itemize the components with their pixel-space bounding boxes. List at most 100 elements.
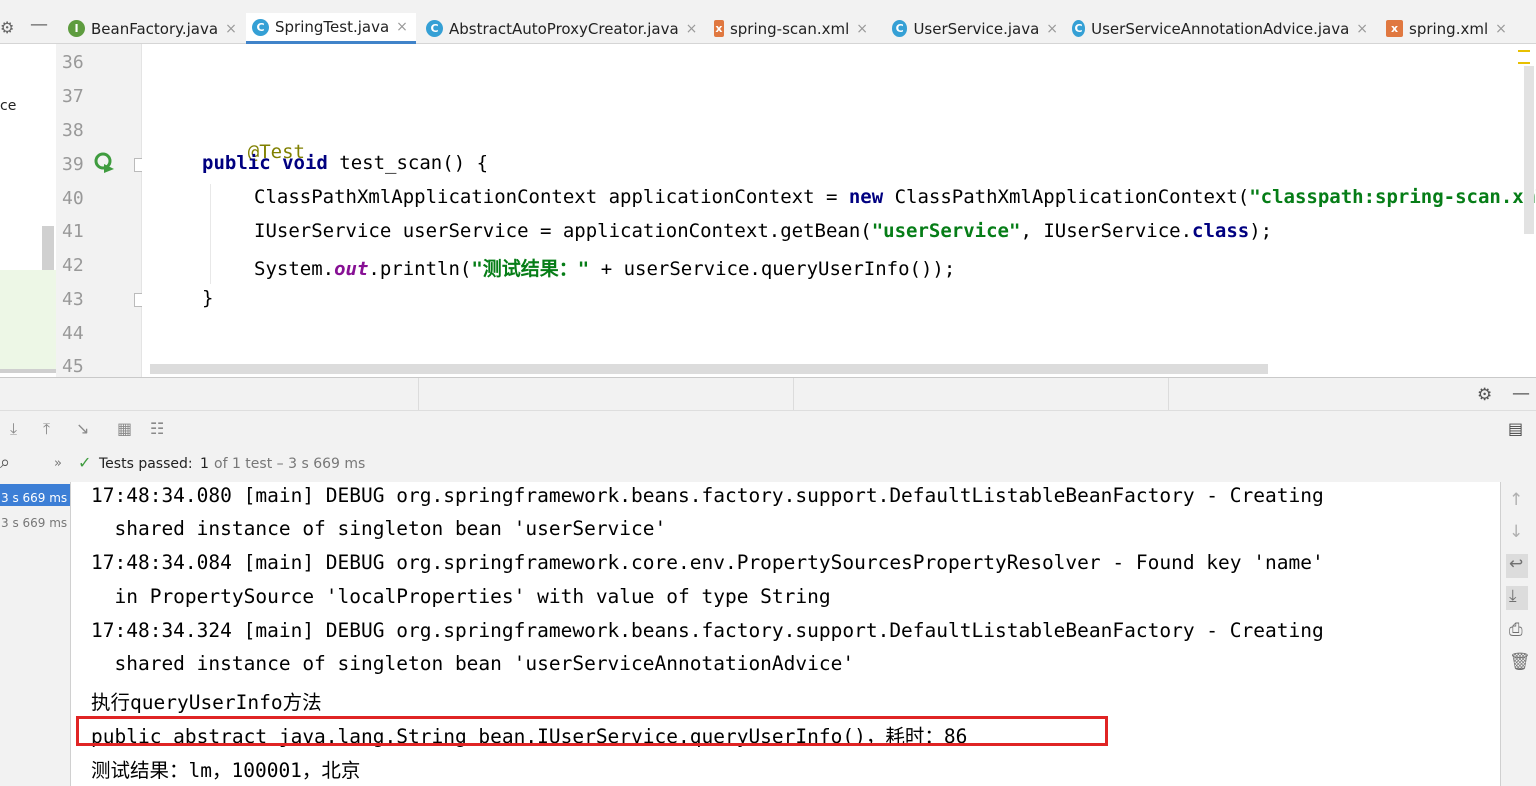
tests-passed-label: Tests passed:	[99, 456, 193, 472]
xml-file-icon: x	[1386, 20, 1403, 37]
tab-label: spring-scan.xml	[729, 19, 850, 38]
highlight-box	[76, 716, 1108, 746]
project-panel: ce	[0, 44, 56, 377]
horizontal-scrollbar[interactable]	[150, 364, 1268, 374]
test-duration: 3 s 669 ms	[1, 516, 68, 530]
code-token: System.	[254, 258, 335, 280]
tab-label: BeanFactory.java	[91, 19, 219, 38]
code-token: );	[1249, 220, 1273, 242]
tab-userserviceannotationadvice[interactable]: C UserServiceAnnotationAdvice.java ×	[1066, 13, 1368, 44]
xml-file-icon: x	[714, 20, 724, 37]
scroll-down-icon[interactable]: ↓	[1509, 522, 1523, 542]
tests-passed-detail: of 1 test – 3 s 669 ms	[214, 456, 366, 472]
console-line: shared instance of singleton bean 'userS…	[91, 517, 667, 540]
tool-tab-separator	[793, 378, 794, 411]
line-number: 43	[62, 289, 84, 310]
minimize-icon[interactable]: —	[30, 14, 48, 35]
keyword-token: new	[848, 186, 884, 208]
export-tests-icon[interactable]: ⤒	[43, 419, 50, 439]
run-test-icon[interactable]	[94, 152, 116, 174]
code-token: IUserService userService = applicationCo…	[254, 220, 872, 242]
test-runner-toolbar: ⤓ ⤒ ↘ ▦ ☷ ▤	[0, 410, 1536, 446]
close-icon[interactable]: ×	[1495, 21, 1507, 37]
code-token: ClassPathXmlApplicationContext applicati…	[254, 186, 849, 208]
code-editor[interactable]: @Test public void test_scan() { ClassPat…	[142, 44, 1536, 377]
class-file-icon: C	[1072, 20, 1086, 37]
hide-panel-icon[interactable]: —	[1512, 383, 1530, 404]
project-item-fragment[interactable]: ce	[0, 98, 16, 114]
print-icon[interactable]: ⎙	[1509, 620, 1523, 640]
tab-beanfactory[interactable]: I BeanFactory.java ×	[62, 13, 238, 44]
keyword-token: public	[202, 152, 271, 174]
console-line: 17:48:34.084 [main] DEBUG org.springfram…	[91, 551, 1324, 574]
class-file-icon: C	[426, 20, 443, 37]
close-icon[interactable]: ×	[225, 21, 237, 37]
trash-icon[interactable]: 🗑	[1509, 652, 1531, 672]
code-token: .println(	[368, 258, 472, 280]
code-token: test_scan() {	[327, 152, 489, 174]
settings-icon[interactable]: ⚙	[0, 18, 14, 37]
close-icon[interactable]: ×	[856, 21, 868, 37]
warning-marker[interactable]	[1518, 50, 1530, 64]
tab-label: AbstractAutoProxyCreator.java	[449, 19, 679, 38]
keyword-token: void	[282, 152, 328, 174]
tab-userservice[interactable]: C UserService.java ×	[886, 13, 1058, 44]
string-token: "userService"	[871, 220, 1021, 242]
interface-file-icon: I	[68, 20, 85, 37]
scroll-up-icon[interactable]: ↑	[1509, 490, 1523, 510]
tab-spring-scan-xml[interactable]: x spring-scan.xml ×	[708, 13, 868, 44]
console-side-toolbar: ↑ ↓ ↩ ⤓ ⎙ 🗑	[1500, 482, 1536, 786]
close-icon[interactable]: ×	[686, 21, 698, 37]
close-icon[interactable]: ×	[396, 19, 408, 35]
import-tests-icon[interactable]: ⤓	[10, 419, 17, 439]
tab-label: SpringTest.java	[275, 18, 390, 36]
tab-springtest[interactable]: C SpringTest.java ×	[246, 13, 416, 44]
console-line: in PropertySource 'localProperties' with…	[91, 585, 831, 608]
line-number: 45	[62, 356, 84, 377]
test-status-bar: ⌕ » ✓ Tests passed: 1 of 1 test – 3 s 66…	[0, 446, 1536, 482]
code-token: + userService.queryUserInfo());	[589, 258, 956, 280]
soft-wrap-icon[interactable]: ↩	[1506, 554, 1528, 578]
filter-icon[interactable]: ☷	[150, 419, 164, 438]
history-icon[interactable]: ⌕	[0, 452, 10, 473]
tests-passed-count: 1	[200, 456, 209, 472]
vcs-change-highlight	[0, 270, 56, 370]
check-icon: ✓	[78, 453, 92, 472]
test-tree-root[interactable]: 3 s 669 ms	[0, 484, 70, 506]
console-output[interactable]: 17:48:34.080 [main] DEBUG org.springfram…	[72, 482, 1500, 786]
editor-tab-bar: ⚙ — I BeanFactory.java × C SpringTest.ja…	[0, 0, 1536, 44]
scroll-to-end-icon[interactable]: ⤓	[1506, 586, 1528, 610]
tool-tab-separator	[418, 378, 419, 411]
code-line-43: }	[202, 287, 213, 309]
code-line-40: ClassPathXmlApplicationContext applicati…	[254, 186, 1536, 208]
tab-abstractautoproxycreator[interactable]: C AbstractAutoProxyCreator.java ×	[420, 13, 702, 44]
test-tree-item[interactable]: 3 s 669 ms	[0, 510, 70, 532]
editor-gutter: 36 37 38 39 40 41 42 43 44 45	[56, 44, 146, 377]
editor-scrollbar[interactable]	[1524, 66, 1534, 234]
tab-spring-xml[interactable]: x spring.xml ×	[1380, 13, 1520, 44]
test-tree: 3 s 669 ms 3 s 669 ms	[0, 482, 71, 786]
code-token: }	[202, 287, 214, 309]
line-number: 41	[62, 221, 84, 242]
string-token: "测试结果："	[471, 258, 590, 280]
code-token: , IUserService.	[1020, 220, 1193, 242]
layout-settings-icon[interactable]: ▤	[1508, 419, 1523, 438]
settings-icon[interactable]: ⚙	[1477, 385, 1492, 405]
tool-tab-separator	[1168, 378, 1169, 411]
tab-label: UserServiceAnnotationAdvice.java	[1091, 19, 1350, 38]
line-number: 44	[62, 323, 84, 344]
code-line-42: System.out.println("测试结果：" + userService…	[254, 254, 955, 281]
expand-icon[interactable]: »	[54, 456, 62, 471]
scroll-to-end-icon[interactable]: ↘	[76, 419, 89, 438]
close-icon[interactable]: ×	[1356, 21, 1368, 37]
line-number: 37	[62, 86, 84, 107]
close-icon[interactable]: ×	[1046, 21, 1058, 37]
layout-icon[interactable]: ▦	[117, 419, 132, 438]
keyword-token: class	[1192, 220, 1250, 242]
line-number: 42	[62, 255, 84, 276]
code-line-39: public void test_scan() {	[202, 152, 488, 174]
tab-label: UserService.java	[913, 19, 1040, 38]
string-token: "classpath:spring-scan.xml"	[1249, 186, 1536, 208]
indent-guide	[210, 184, 211, 284]
console-line: 执行queryUserInfo方法	[91, 691, 322, 714]
